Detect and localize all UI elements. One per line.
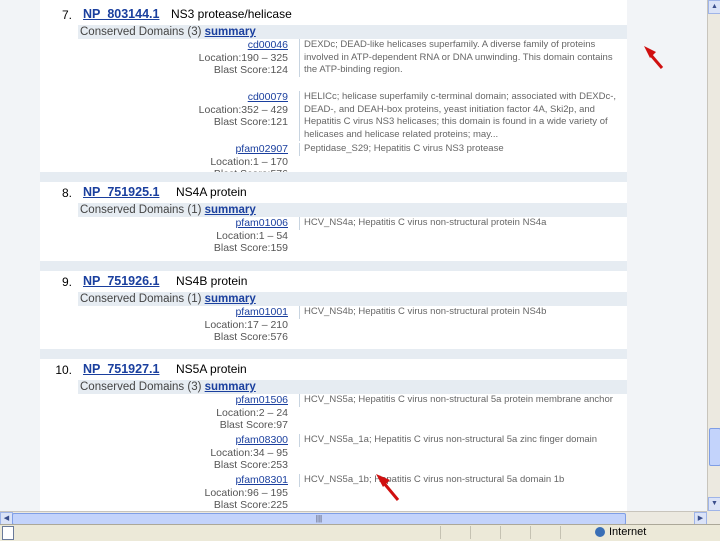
vertical-scroll-thumb[interactable] [709, 428, 720, 466]
scrollbar-corner [707, 511, 720, 524]
status-cell [500, 526, 531, 539]
horizontal-scrollbar[interactable]: ◀ ||| ▶ [0, 511, 707, 526]
globe-icon [595, 527, 605, 538]
status-cell [440, 526, 471, 539]
page-done-icon [2, 526, 14, 540]
status-cell [470, 526, 501, 539]
status-bar: Internet [0, 524, 720, 541]
vertical-scrollbar[interactable]: ▲ ▼ [707, 0, 720, 511]
zone-label: Internet [609, 526, 647, 538]
security-zone: Internet [595, 526, 646, 538]
browser-viewport: 7. NP_803144.1 NS3 protease/helicase Con… [0, 0, 707, 511]
status-cell [560, 526, 591, 539]
scroll-up-icon[interactable]: ▲ [708, 0, 720, 14]
pointer-arrow-icon [376, 46, 664, 501]
scroll-down-icon[interactable]: ▼ [708, 497, 720, 511]
status-cell [530, 526, 561, 539]
